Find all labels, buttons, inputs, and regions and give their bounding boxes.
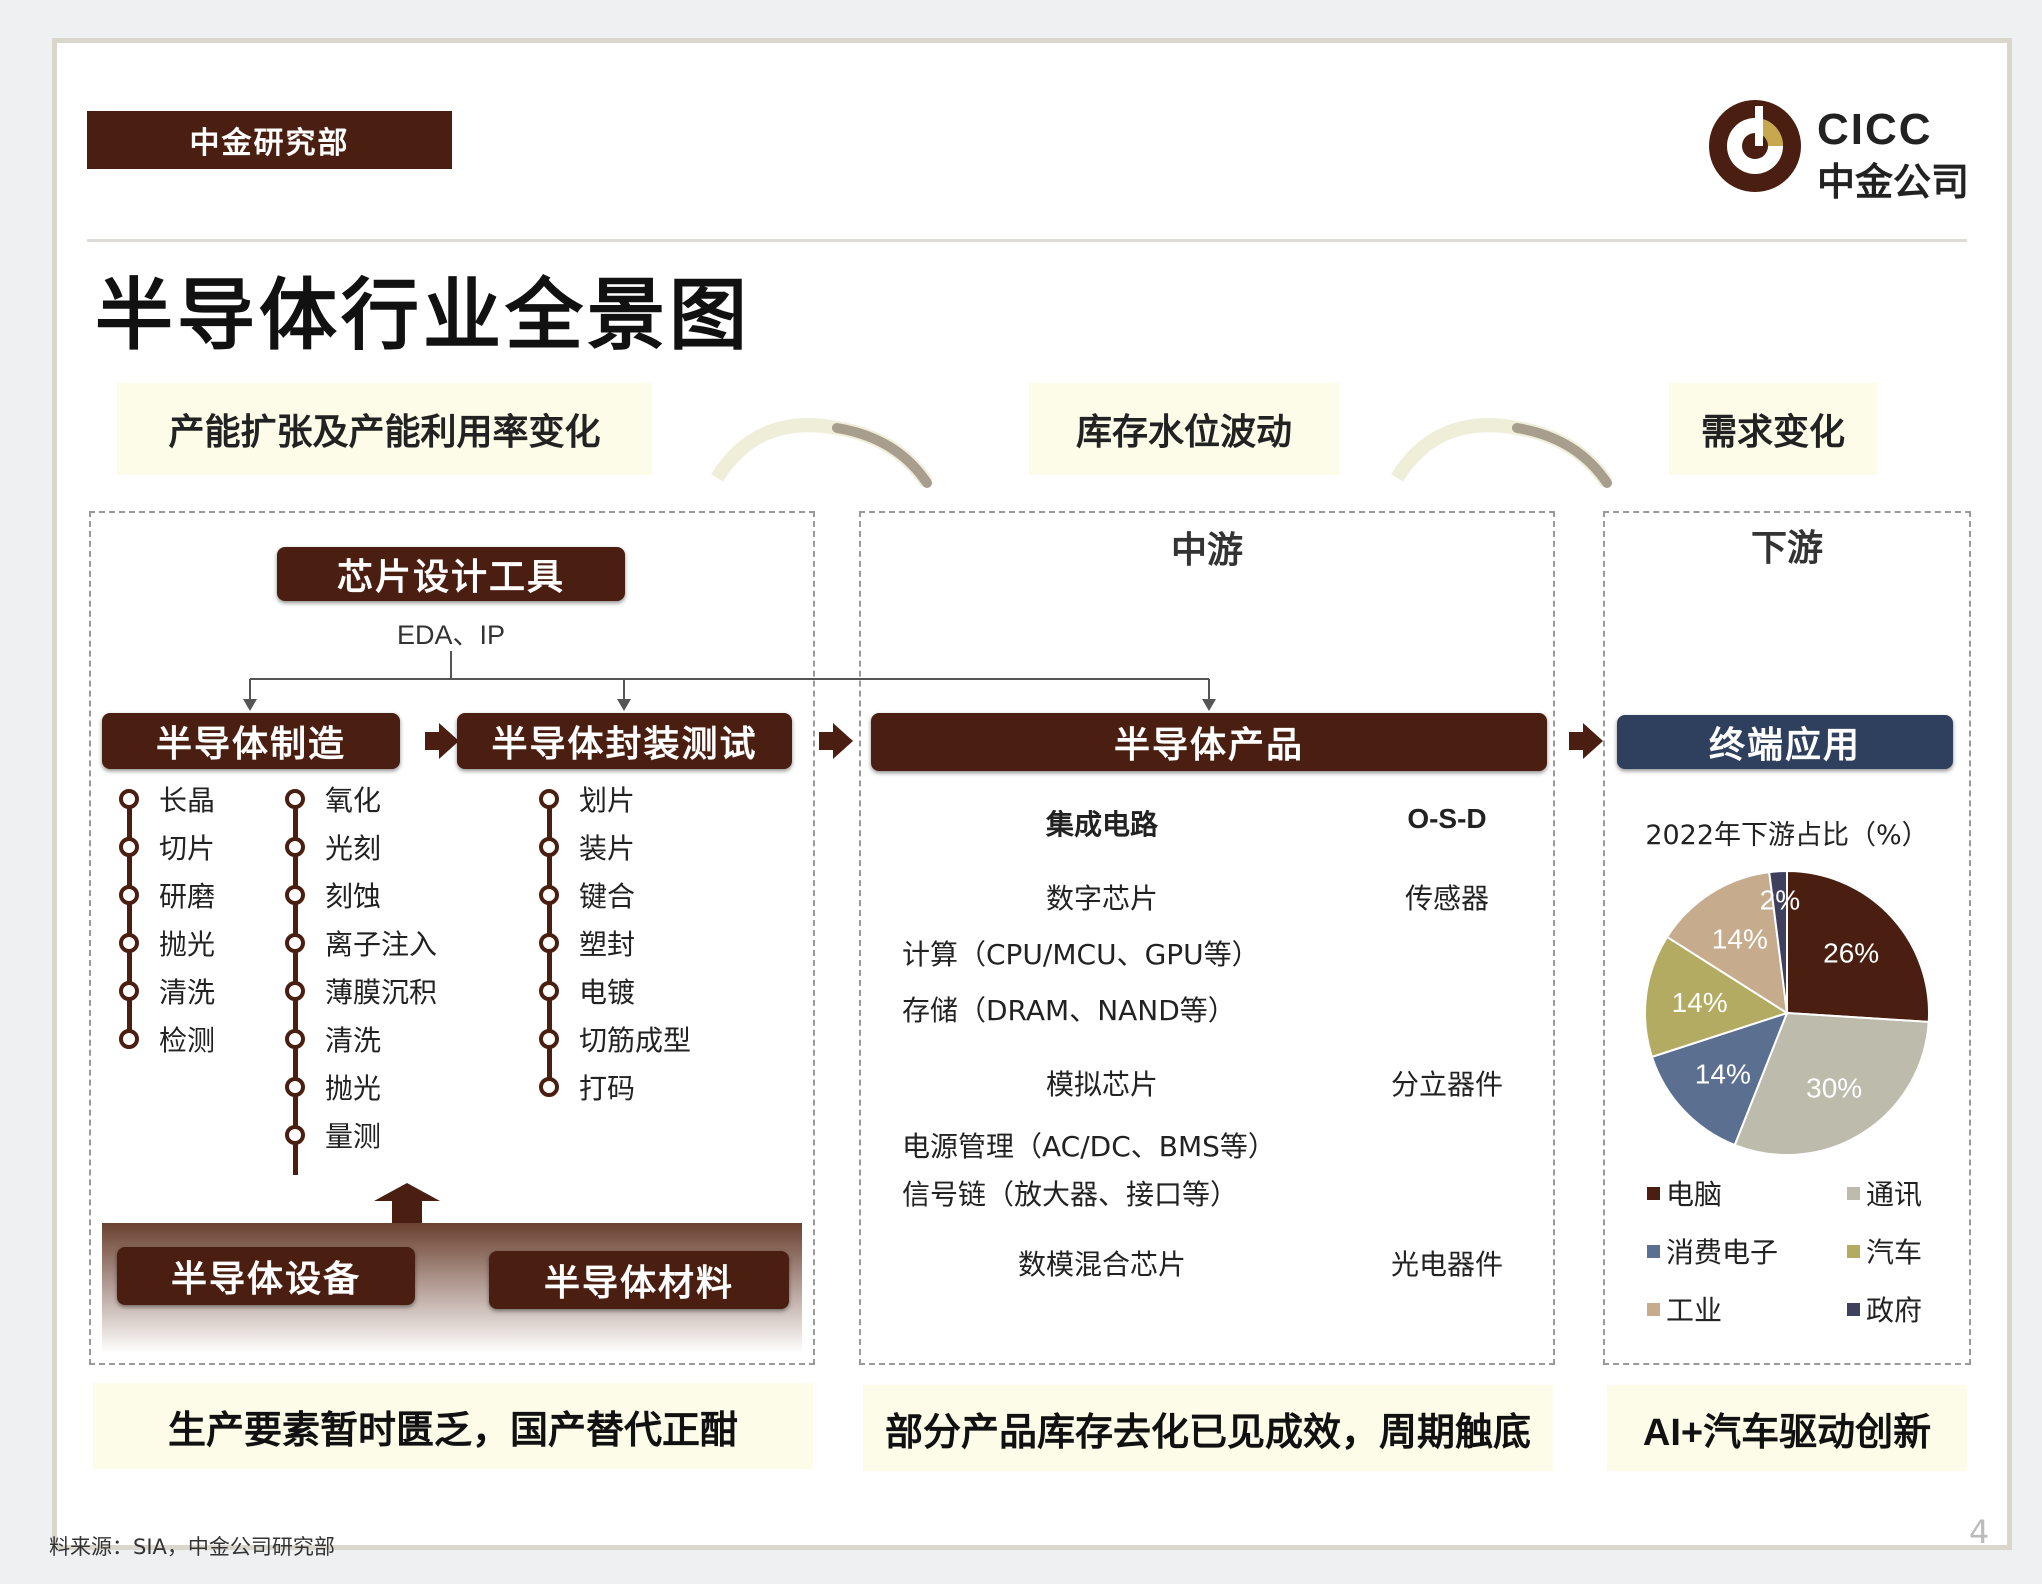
legend-swatch — [1647, 1186, 1660, 1200]
arrow-right-icon — [425, 723, 459, 759]
step-dot — [539, 1077, 559, 1097]
storage-chip: 存储（DRAM、NAND等） — [902, 994, 1236, 1027]
step-label: 键合 — [579, 880, 636, 913]
legend-item: 消费电子 — [1647, 1231, 1778, 1271]
arrow-right-icon — [819, 723, 853, 759]
legend-label: 政府 — [1866, 1294, 1923, 1327]
step-label: 光刻 — [325, 832, 382, 865]
pie-data-label: 14% — [1695, 1058, 1751, 1089]
conclusion-midstream: 部分产品库存去化已见成效，周期触底 — [863, 1385, 1553, 1471]
step-dot — [285, 789, 305, 809]
discrete-device: 分立器件 — [1390, 1068, 1503, 1101]
step-dot — [539, 1029, 559, 1049]
legend-item: 汽车 — [1847, 1231, 1922, 1271]
legend-item: 电脑 — [1647, 1173, 1722, 1213]
digital-chip: 数字芯片 — [1045, 882, 1158, 915]
packaging-bar: 半导体封装测试 — [457, 713, 792, 769]
step-dot — [119, 981, 139, 1001]
legend-swatch — [1647, 1302, 1660, 1316]
legend-item: 通讯 — [1847, 1173, 1922, 1213]
legend-swatch — [1847, 1302, 1860, 1316]
legend-swatch — [1847, 1244, 1860, 1258]
analog-chip: 模拟芯片 — [1045, 1068, 1158, 1101]
step-dot — [285, 837, 305, 857]
osd-header: O-S-D — [1407, 803, 1487, 834]
step-dot — [539, 885, 559, 905]
manufacturing-bar: 半导体制造 — [102, 713, 400, 769]
step-dot — [119, 933, 139, 953]
signal-chain: 信号链（放大器、接口等） — [902, 1178, 1239, 1211]
step-label: 装片 — [579, 832, 636, 865]
step-dot — [539, 837, 559, 857]
step-label: 量测 — [325, 1120, 382, 1153]
step-label: 切筋成型 — [579, 1024, 692, 1057]
step-label: 打码 — [579, 1072, 636, 1105]
step-dot — [119, 789, 139, 809]
arrow-right-icon — [1569, 723, 1603, 759]
step-label: 抛光 — [325, 1072, 382, 1105]
step-label: 研磨 — [159, 880, 216, 913]
pie-data-label: 14% — [1672, 987, 1728, 1018]
page-number: 4 — [1969, 1513, 1990, 1551]
ic-header: 集成电路 — [1045, 808, 1158, 841]
pie-data-label: 30% — [1806, 1072, 1862, 1103]
legend-swatch — [1647, 1244, 1660, 1258]
step-dot — [285, 933, 305, 953]
sensor: 传感器 — [1404, 882, 1489, 915]
power-management: 电源管理（AC/DC、BMS等） — [902, 1130, 1276, 1163]
step-label: 长晶 — [159, 784, 216, 817]
step-dot — [119, 1029, 139, 1049]
legend-swatch — [1847, 1186, 1860, 1200]
step-dot — [539, 933, 559, 953]
pie-data-label: 14% — [1712, 924, 1768, 955]
legend-label: 汽车 — [1866, 1236, 1923, 1269]
semiconductor-product-bar: 半导体产品 — [871, 713, 1547, 771]
step-dot — [119, 885, 139, 905]
pie-data-label: 2% — [1760, 885, 1800, 916]
step-dot — [285, 885, 305, 905]
step-label: 离子注入 — [325, 928, 438, 961]
step-label: 清洗 — [159, 976, 216, 1009]
step-dot — [285, 1125, 305, 1145]
optoelectronic-device: 光电器件 — [1390, 1248, 1503, 1281]
step-dot — [119, 837, 139, 857]
up-arrow-icon — [374, 1183, 440, 1223]
chart-title: 2022年下游占比（%） — [1645, 820, 1929, 851]
step-label: 抛光 — [159, 928, 216, 961]
step-label: 电镀 — [579, 976, 636, 1009]
step-dot — [285, 1029, 305, 1049]
step-dot — [285, 981, 305, 1001]
step-dot — [285, 1077, 305, 1097]
legend-item: 政府 — [1847, 1289, 1922, 1329]
step-label: 薄膜沉积 — [325, 976, 438, 1009]
source-note: 料来源：SIA，中金公司研究部 — [49, 1535, 335, 1559]
step-label: 切片 — [159, 832, 216, 865]
step-dot — [539, 789, 559, 809]
conclusion-downstream: AI+汽车驱动创新 — [1607, 1385, 1967, 1471]
step-label: 氧化 — [325, 784, 382, 817]
legend-label: 通讯 — [1866, 1178, 1923, 1211]
step-label: 刻蚀 — [325, 880, 382, 913]
equipment-bar: 半导体设备 — [117, 1247, 415, 1305]
slide: 中金研究部 CICC 中金公司 半导体行业全景图 产能扩张及产能利用率变化 库存… — [49, 38, 2012, 1559]
legend-item: 工业 — [1647, 1289, 1722, 1329]
mixed-signal-chip: 数模混合芯片 — [1017, 1248, 1186, 1281]
pie-data-label: 26% — [1823, 938, 1879, 969]
end-application-bar: 终端应用 — [1617, 715, 1953, 769]
conclusion-upstream: 生产要素暂时匮乏，国产替代正酣 — [93, 1383, 813, 1469]
step-dot — [539, 981, 559, 1001]
materials-bar: 半导体材料 — [489, 1251, 789, 1309]
legend-label: 电脑 — [1666, 1178, 1723, 1211]
legend-label: 消费电子 — [1666, 1236, 1779, 1269]
step-label: 划片 — [579, 784, 636, 817]
compute-chip: 计算（CPU/MCU、GPU等） — [902, 938, 1260, 971]
step-label: 塑封 — [579, 928, 636, 961]
legend-label: 工业 — [1666, 1294, 1723, 1327]
step-label: 检测 — [159, 1024, 216, 1057]
step-label: 清洗 — [325, 1024, 382, 1057]
pie-chart: 26% 30% 14% 14% 14% 2% — [1644, 869, 1930, 1156]
